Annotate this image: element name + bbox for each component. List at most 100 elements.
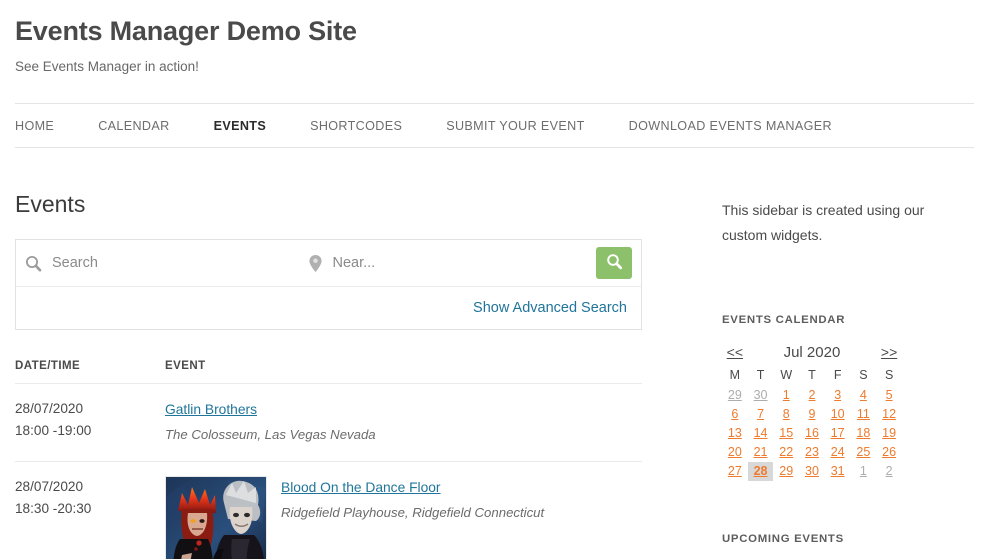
- calendar-day-link[interactable]: 28: [754, 464, 768, 478]
- calendar-day-link[interactable]: 1: [783, 388, 790, 402]
- calendar-day-link[interactable]: 12: [882, 407, 896, 421]
- calendar-day[interactable]: 17: [825, 424, 851, 443]
- calendar-day-link[interactable]: 14: [754, 426, 768, 440]
- calendar-day[interactable]: 15: [773, 424, 799, 443]
- calendar-day[interactable]: 4: [851, 386, 877, 405]
- calendar-day-link[interactable]: 5: [886, 388, 893, 402]
- calendar-day-link[interactable]: 25: [856, 445, 870, 459]
- calendar-day-link[interactable]: 29: [728, 388, 742, 402]
- site-title: Events Manager Demo Site: [15, 16, 357, 46]
- calendar-day-link[interactable]: 16: [805, 426, 819, 440]
- calendar-day[interactable]: 31: [825, 462, 851, 481]
- event-location: Ridgefield Playhouse, Ridgefield Connect…: [281, 505, 545, 520]
- calendar-day-link[interactable]: 10: [831, 407, 845, 421]
- calendar-day[interactable]: 9: [799, 405, 825, 424]
- calendar-prev-month-link[interactable]: <<: [727, 344, 743, 360]
- calendar-day-link[interactable]: 2: [808, 388, 815, 402]
- nav-item-events[interactable]: EVENTS: [214, 119, 267, 133]
- calendar-day-link[interactable]: 23: [805, 445, 819, 459]
- event-title-link[interactable]: Gatlin Brothers: [165, 399, 257, 420]
- calendar-day[interactable]: 1: [851, 462, 877, 481]
- column-header-event: EVENT: [165, 360, 642, 384]
- calendar-day[interactable]: 3: [825, 386, 851, 405]
- nav-item-shortcodes[interactable]: SHORTCODES: [310, 119, 402, 133]
- calendar-day[interactable]: 30: [799, 462, 825, 481]
- calendar-day[interactable]: 13: [722, 424, 748, 443]
- calendar-day[interactable]: 29: [773, 462, 799, 481]
- calendar-day[interactable]: 30: [748, 386, 774, 405]
- calendar-day-link[interactable]: 2: [886, 464, 893, 478]
- calendar-day-link[interactable]: 13: [728, 426, 742, 440]
- calendar-day[interactable]: 6: [722, 405, 748, 424]
- calendar-week-row: 6 7 8 9 10 11 12: [722, 405, 902, 424]
- calendar-day[interactable]: 7: [748, 405, 774, 424]
- calendar-day-link[interactable]: 1: [860, 464, 867, 478]
- calendar-day[interactable]: 20: [722, 443, 748, 462]
- calendar-day-link[interactable]: 4: [860, 388, 867, 402]
- calendar-day[interactable]: 2: [799, 386, 825, 405]
- calendar-day[interactable]: 25: [851, 443, 877, 462]
- calendar-day-link[interactable]: 19: [882, 426, 896, 440]
- calendar-day-link[interactable]: 8: [783, 407, 790, 421]
- event-thumbnail[interactable]: [165, 476, 267, 559]
- calendar-day[interactable]: 16: [799, 424, 825, 443]
- calendar-day[interactable]: 24: [825, 443, 851, 462]
- calendar-day[interactable]: 10: [825, 405, 851, 424]
- calendar-weekday: F: [833, 368, 842, 382]
- calendar-days-grid: 29 30 1 2 3 4 5 6 7 8 9 10 11 12 13 14 15 16 17 18 19 20 21 22 2…: [722, 386, 902, 481]
- calendar-day-link[interactable]: 21: [754, 445, 768, 459]
- calendar-day[interactable]: 21: [748, 443, 774, 462]
- calendar-day-link[interactable]: 17: [831, 426, 845, 440]
- events-calendar: << Jul 2020 >> M T W T F S S: [722, 341, 902, 386]
- calendar-day-link[interactable]: 9: [808, 407, 815, 421]
- calendar-weekday: M: [729, 368, 741, 382]
- calendar-day[interactable]: 22: [773, 443, 799, 462]
- near-input[interactable]: [332, 255, 590, 271]
- calendar-day[interactable]: 1: [773, 386, 799, 405]
- calendar-day[interactable]: 12: [876, 405, 902, 424]
- calendar-day-link[interactable]: 26: [882, 445, 896, 459]
- calendar-day[interactable]: 5: [876, 386, 902, 405]
- search-icon: [25, 255, 42, 272]
- calendar-day-link[interactable]: 31: [831, 464, 845, 478]
- search-submit-button[interactable]: [596, 247, 632, 279]
- calendar-day[interactable]: 8: [773, 405, 799, 424]
- show-advanced-search-link[interactable]: Show Advanced Search: [473, 300, 627, 316]
- calendar-day-link[interactable]: 6: [731, 407, 738, 421]
- calendar-day-link[interactable]: 30: [805, 464, 819, 478]
- calendar-day-link[interactable]: 7: [757, 407, 764, 421]
- calendar-day-link[interactable]: 30: [754, 388, 768, 402]
- calendar-day[interactable]: 14: [748, 424, 774, 443]
- search-input[interactable]: [52, 255, 308, 271]
- calendar-day[interactable]: 19: [876, 424, 902, 443]
- page-title: Events: [15, 191, 86, 217]
- calendar-day-link[interactable]: 24: [831, 445, 845, 459]
- nav-item-calendar[interactable]: CALENDAR: [98, 119, 169, 133]
- event-time: 18:00 -19:00: [15, 423, 92, 438]
- events-table-head: DATE/TIME EVENT: [15, 360, 642, 384]
- calendar-day-link[interactable]: 3: [834, 388, 841, 402]
- calendar-day-link[interactable]: 29: [779, 464, 793, 478]
- calendar-next-month-link[interactable]: >>: [881, 344, 897, 360]
- calendar-day-link[interactable]: 22: [779, 445, 793, 459]
- calendar-day-link[interactable]: 18: [856, 426, 870, 440]
- calendar-day-today[interactable]: 28: [747, 462, 774, 481]
- calendar-day-link[interactable]: 11: [857, 407, 870, 421]
- calendar-day-link[interactable]: 15: [779, 426, 793, 440]
- event-title-link[interactable]: Blood On the Dance Floor: [281, 477, 441, 498]
- nav-item-submit-your-event[interactable]: SUBMIT YOUR EVENT: [446, 119, 584, 133]
- event-search-box: Show Advanced Search: [15, 239, 642, 330]
- nav-item-download-events-manager[interactable]: DOWNLOAD EVENTS MANAGER: [629, 119, 832, 133]
- nav-item-home[interactable]: HOME: [15, 119, 54, 133]
- calendar-day-link[interactable]: 20: [728, 445, 742, 459]
- calendar-day[interactable]: 26: [876, 443, 902, 462]
- search-icon: [606, 253, 623, 273]
- calendar-day[interactable]: 27: [722, 462, 748, 481]
- calendar-day[interactable]: 2: [876, 462, 902, 481]
- sidebar-intro-text: This sidebar is created using our custom…: [722, 202, 925, 243]
- calendar-day[interactable]: 18: [851, 424, 877, 443]
- calendar-day-link[interactable]: 27: [728, 464, 742, 478]
- calendar-day[interactable]: 11: [851, 405, 877, 424]
- calendar-day[interactable]: 23: [799, 443, 825, 462]
- calendar-day[interactable]: 29: [722, 386, 748, 405]
